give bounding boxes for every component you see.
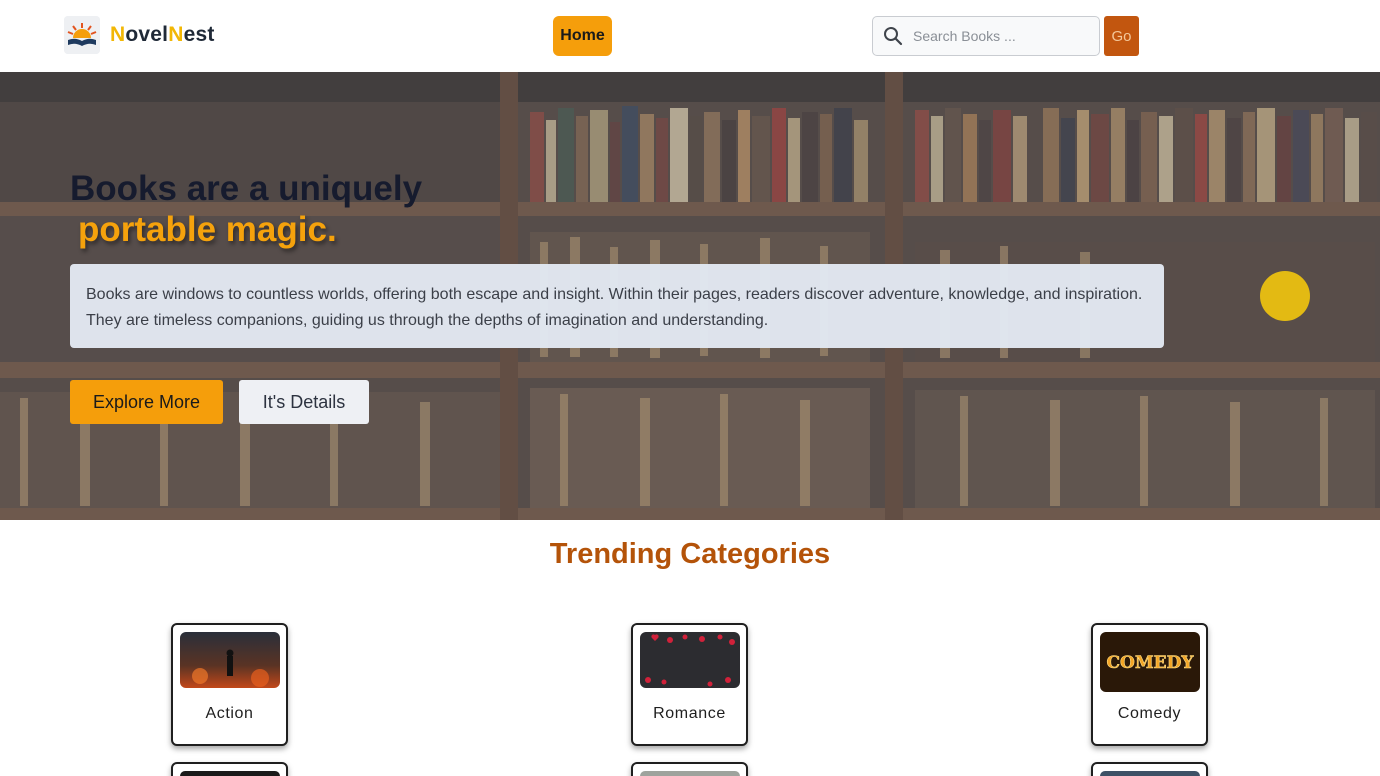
svg-text:COMEDY: COMEDY — [1107, 653, 1195, 673]
category-card-comedy[interactable]: COMEDY Comedy — [1091, 623, 1208, 746]
brand[interactable]: NovelNest — [64, 16, 215, 54]
comedy-category-image: COMEDY — [1100, 632, 1200, 692]
explore-more-button[interactable]: Explore More — [70, 380, 223, 424]
category-image — [640, 771, 740, 776]
category-card[interactable] — [171, 762, 288, 776]
category-image — [180, 771, 280, 776]
hero-title: Books are a uniquely portable magic. — [70, 168, 422, 250]
hero-title-line-2: portable magic. — [78, 210, 337, 249]
search-input[interactable] — [913, 28, 1093, 44]
brand-part-2: est — [183, 23, 215, 46]
category-card[interactable] — [631, 762, 748, 776]
decorative-circle — [1260, 271, 1310, 321]
hero-section: Books are a uniquely portable magic. Boo… — [0, 72, 1380, 520]
brand-name: NovelNest — [110, 23, 215, 47]
category-label: Action — [205, 705, 254, 722]
details-button[interactable]: It's Details — [239, 380, 369, 424]
nav-home-button[interactable]: Home — [553, 16, 612, 56]
category-card-action[interactable]: Action — [171, 623, 288, 746]
navbar: NovelNest Home Go — [0, 0, 1380, 72]
hero-title-line-1: Books are a uniquely — [70, 169, 423, 208]
brand-letter-n1: N — [110, 23, 126, 46]
search-icon — [873, 17, 913, 55]
section-title: Trending Categories — [549, 538, 831, 570]
category-image — [1100, 771, 1200, 776]
hero-description: Books are windows to countless worlds, o… — [70, 264, 1164, 348]
search-go-button[interactable]: Go — [1104, 16, 1139, 56]
brand-part-1: ovel — [125, 23, 169, 46]
action-category-image — [180, 632, 280, 688]
search-box — [872, 16, 1100, 56]
category-card[interactable] — [1091, 762, 1208, 776]
category-card-romance[interactable]: Romance — [631, 623, 748, 746]
brand-letter-n2: N — [168, 23, 184, 46]
category-label: Romance — [653, 705, 726, 722]
category-label: Comedy — [1117, 705, 1182, 722]
brand-logo-icon — [64, 16, 100, 54]
romance-category-image — [640, 632, 740, 688]
